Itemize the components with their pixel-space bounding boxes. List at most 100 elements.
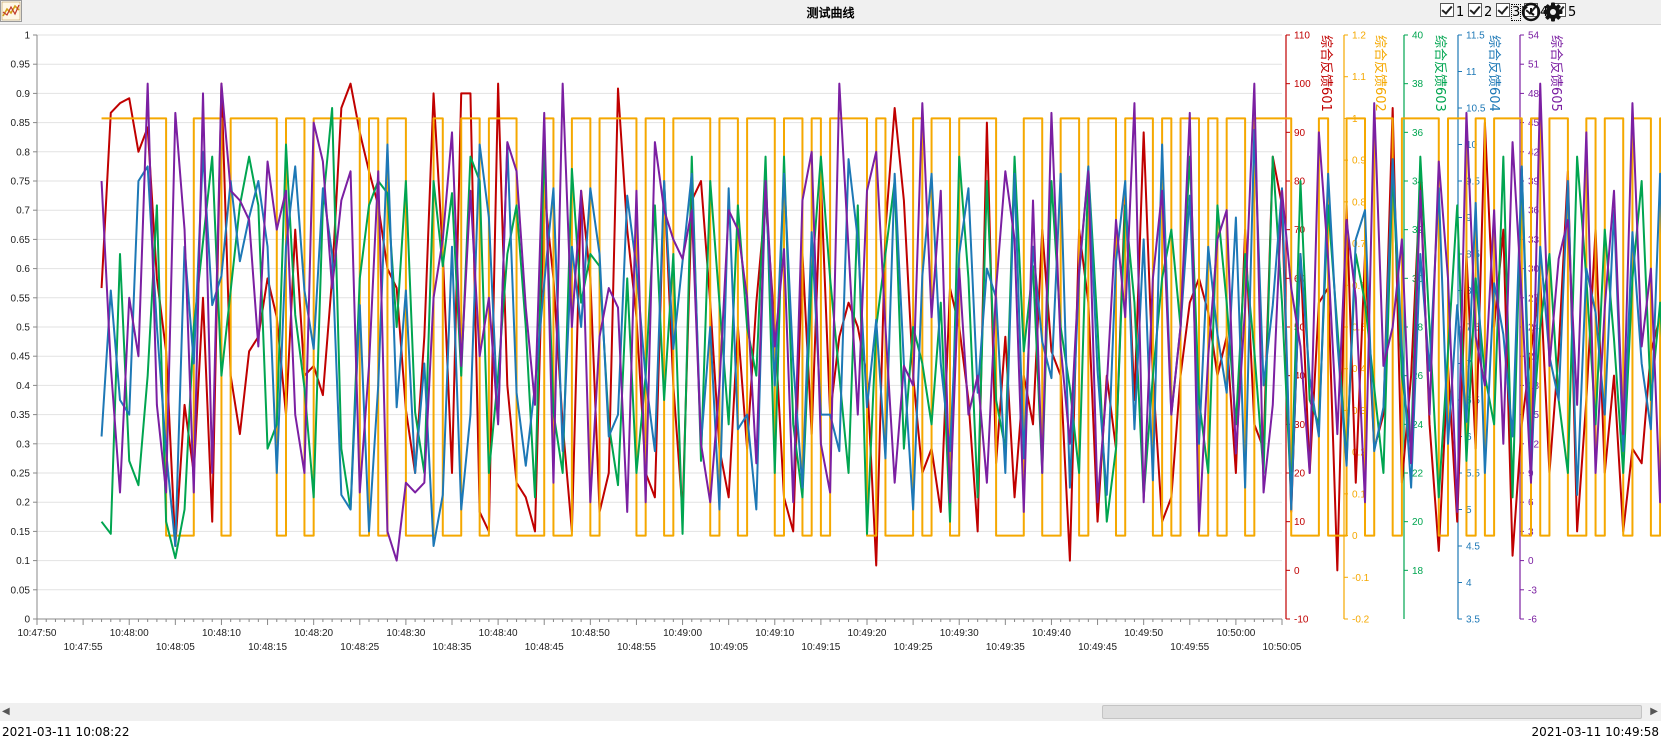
left-axis-tick-label: 0.55 xyxy=(11,293,31,304)
left-axis-tick-label: 0.75 xyxy=(11,177,31,188)
series-toggle-label: 3 xyxy=(1510,4,1522,21)
x-axis-tick-label: 10:48:40 xyxy=(479,628,518,639)
right-axis-tick-label: 36 xyxy=(1412,128,1424,139)
right-axis-tick-label: 110 xyxy=(1294,31,1310,42)
checkbox-icon[interactable] xyxy=(1440,3,1454,17)
left-axis-tick-label: 0.3 xyxy=(16,439,30,450)
series-toggle-3[interactable]: 3 xyxy=(1496,3,1522,21)
series-toggle-label: 5 xyxy=(1568,5,1577,20)
right-axis-tick-label: 20 xyxy=(1294,469,1306,480)
x-axis-tick-label: 10:48:00 xyxy=(110,628,149,639)
x-axis-tick-label: 10:47:50 xyxy=(18,628,57,639)
right-axis-tick-label: -0.1 xyxy=(1352,573,1370,584)
right-axis-label-s603: 综合反馈603 xyxy=(1432,35,1447,112)
x-axis-tick-label: 10:48:50 xyxy=(571,628,610,639)
checkbox-icon[interactable] xyxy=(1468,3,1482,17)
right-axis-tick-label: 30 xyxy=(1294,420,1306,431)
left-axis-tick-label: 0.85 xyxy=(11,118,31,129)
x-axis-tick-label: 10:49:10 xyxy=(755,628,794,639)
right-axis-tick-label: 33 xyxy=(1528,235,1540,246)
left-axis-tick-label: 0.35 xyxy=(11,410,31,421)
right-axis-tick-label: -0.2 xyxy=(1352,615,1370,626)
x-axis-tick-label: 10:50:05 xyxy=(1263,642,1302,653)
x-axis-tick-label: 10:49:40 xyxy=(1032,628,1071,639)
left-axis-tick-label: 0.95 xyxy=(11,60,31,71)
x-axis-tick-label: 10:48:05 xyxy=(156,642,195,653)
x-axis-tick-label: 10:49:50 xyxy=(1124,628,1163,639)
x-axis-tick-label: 10:49:15 xyxy=(801,642,840,653)
right-axis-tick-label: 4.5 xyxy=(1466,542,1480,553)
left-axis-tick-label: 0.05 xyxy=(11,585,31,596)
scroll-right-arrow-icon[interactable]: ▶ xyxy=(1650,706,1658,717)
right-axis-tick-label: 11.5 xyxy=(1466,31,1485,42)
scrollbar-thumb[interactable] xyxy=(1102,705,1642,719)
left-axis-tick-label: 0.8 xyxy=(16,147,30,158)
left-axis-tick-label: 0.4 xyxy=(16,381,30,392)
x-axis-tick-label: 10:49:55 xyxy=(1170,642,1209,653)
checkbox-icon[interactable] xyxy=(1496,3,1510,17)
time-scrollbar[interactable]: ◀ ▶ xyxy=(0,703,1661,721)
range-end-time: 2021-03-11 10:49:58 xyxy=(1531,725,1659,739)
gear-icon[interactable] xyxy=(1543,2,1563,22)
right-axis-tick-label: 38 xyxy=(1412,79,1424,90)
right-axis-tick-label: 45 xyxy=(1528,118,1540,129)
left-axis-tick-label: 1 xyxy=(24,31,30,42)
series-toggle-label: 2 xyxy=(1484,5,1493,20)
series-toggle-2[interactable]: 2 xyxy=(1468,3,1492,20)
x-axis-tick-label: 10:49:25 xyxy=(894,642,933,653)
left-axis-tick-label: 0.7 xyxy=(16,206,30,217)
left-axis-tick-label: 0.1 xyxy=(16,556,30,567)
x-axis-tick-label: 10:49:05 xyxy=(709,642,748,653)
series-toggle-1[interactable]: 1 xyxy=(1440,3,1464,20)
left-axis-tick-label: 0.5 xyxy=(16,323,30,334)
left-axis-tick-label: 0.6 xyxy=(16,264,30,275)
right-axis-tick-label: 22 xyxy=(1412,469,1424,480)
left-axis-tick-label: 0.25 xyxy=(11,469,31,480)
x-axis-tick-label: 10:49:20 xyxy=(848,628,887,639)
right-axis-tick-label: -6 xyxy=(1528,615,1537,626)
right-axis-label-s601: 综合反馈601 xyxy=(1318,35,1333,112)
x-axis-tick-label: 10:48:30 xyxy=(386,628,425,639)
right-axis-tick-label: 100 xyxy=(1294,79,1311,90)
series-toggle-label: 1 xyxy=(1456,5,1465,20)
x-axis-tick-label: 10:49:30 xyxy=(940,628,979,639)
scroll-left-arrow-icon[interactable]: ◀ xyxy=(2,706,10,717)
x-axis-tick-label: 10:48:45 xyxy=(525,642,564,653)
left-axis-tick-label: 0 xyxy=(24,615,30,626)
range-start-time: 2021-03-11 10:08:22 xyxy=(2,725,130,739)
x-axis-tick-label: 10:48:15 xyxy=(248,642,287,653)
x-axis-tick-label: 10:50:00 xyxy=(1216,628,1255,639)
right-axis-tick-label: 90 xyxy=(1294,128,1306,139)
x-axis-tick-label: 10:49:45 xyxy=(1078,642,1117,653)
right-axis-tick-label: 3.5 xyxy=(1466,615,1480,626)
left-axis-tick-label: 0.65 xyxy=(11,235,31,246)
right-axis-tick-label: 4 xyxy=(1466,578,1472,589)
x-axis-tick-label: 10:48:35 xyxy=(433,642,472,653)
right-axis-tick-label: 0 xyxy=(1294,566,1300,577)
right-axis-tick-label: 51 xyxy=(1528,60,1540,71)
line-chart[interactable]: 0 0.05 0.1 0.15 0.2 0.25 0.3 0.35 0.4 0.45 0.5 0.55… xyxy=(0,24,1661,702)
right-axis-tick-label: 20 xyxy=(1412,517,1424,528)
left-axis-tick-label: 0.45 xyxy=(11,352,31,363)
right-axis-tick-label: 1.1 xyxy=(1352,72,1366,83)
right-axis-tick-label: 0 xyxy=(1528,556,1534,567)
right-axis-tick-label: 30 xyxy=(1528,264,1540,275)
right-axis-tick-label: 10 xyxy=(1294,517,1306,528)
right-axis-label-s602: 综合反馈602 xyxy=(1372,35,1387,112)
right-axis-label-s604: 综合反馈604 xyxy=(1486,35,1501,112)
x-axis-tick-label: 10:48:25 xyxy=(340,642,379,653)
right-axis-tick-label: 5.5 xyxy=(1466,469,1480,480)
right-axis-tick-label: 10.5 xyxy=(1466,104,1486,115)
right-axis-tick-label: 40 xyxy=(1412,31,1424,42)
left-axis-tick-label: 0.2 xyxy=(16,498,30,509)
left-axis-tick-label: 0.15 xyxy=(11,527,31,538)
right-axis-tick-label: 54 xyxy=(1528,31,1540,42)
reset-view-icon[interactable] xyxy=(1521,2,1541,22)
toolbar: 测试曲线 12345 xyxy=(0,0,1661,25)
x-axis-tick-label: 10:49:00 xyxy=(663,628,702,639)
right-axis-label-s605: 综合反馈605 xyxy=(1548,35,1563,112)
right-axis-tick-label: 18 xyxy=(1412,566,1424,577)
x-axis-tick-label: 10:48:55 xyxy=(617,642,656,653)
right-axis-tick-label: -3 xyxy=(1528,585,1537,596)
chart-title: 测试曲线 xyxy=(806,6,855,20)
